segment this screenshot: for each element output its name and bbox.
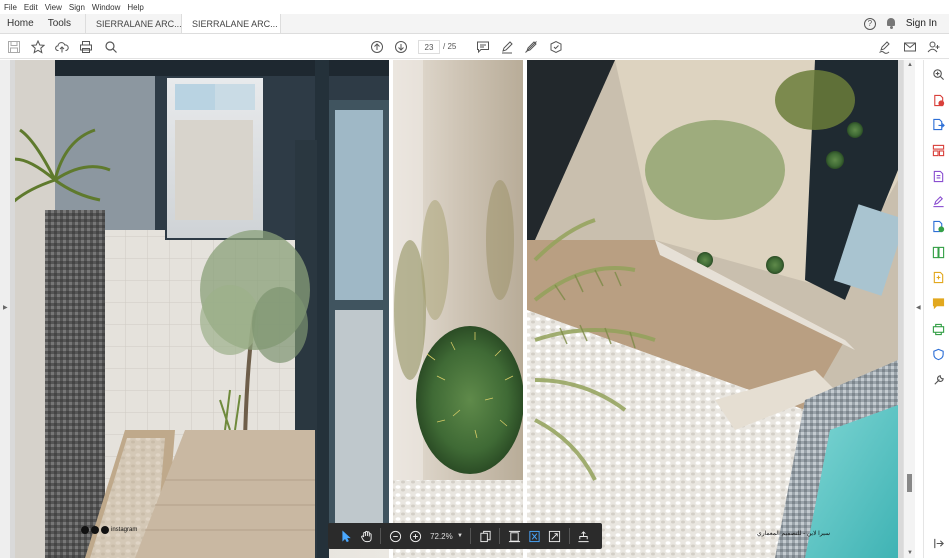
email-icon[interactable]	[902, 39, 918, 55]
combine-files-icon[interactable]	[931, 270, 945, 284]
collapse-right-arrow-icon[interactable]: ◀	[916, 304, 921, 311]
zoom-dropdown-icon[interactable]: ▼	[457, 533, 466, 539]
compare-files-icon[interactable]	[931, 245, 945, 259]
tabbar-right: ? Sign In	[863, 14, 949, 33]
left-panel-collapse[interactable]: ▶	[0, 60, 10, 558]
instagram-icon	[101, 526, 109, 534]
floating-page-toolbar: 72.2% ▼	[328, 523, 602, 549]
edit-pdf-icon[interactable]	[931, 169, 945, 183]
pdf-page: instagram سيرا لاين - للتصميم المعماري	[15, 60, 898, 558]
toolbar-separator	[380, 528, 382, 544]
draw-eraser-icon[interactable]	[523, 39, 539, 55]
toolbar-separator	[470, 528, 472, 544]
zoom-tool-icon[interactable]	[931, 67, 945, 81]
tab-bar: Home Tools SIERRALANE ARC... SIERRALANE …	[0, 14, 949, 34]
scroll-up-icon[interactable]: ▲	[907, 62, 913, 68]
menu-help[interactable]: Help	[127, 3, 143, 12]
zoom-level[interactable]: 72.2%	[426, 532, 457, 541]
document-viewer[interactable]: instagram سيرا لاين - للتصميم المعماري	[10, 60, 903, 558]
expand-left-arrow-icon[interactable]: ▶	[3, 304, 8, 311]
twitter-icon	[91, 526, 99, 534]
fit-width-icon[interactable]	[504, 525, 524, 547]
watermark-handle: instagram	[111, 527, 138, 533]
menu-edit[interactable]: Edit	[24, 3, 38, 12]
notification-bell-icon[interactable]	[886, 18, 896, 29]
bookmark-star-icon[interactable]	[30, 39, 46, 55]
social-watermark: instagram	[81, 526, 137, 534]
select-cursor-icon[interactable]	[336, 525, 356, 547]
more-tools-icon[interactable]	[931, 373, 945, 387]
share-user-icon[interactable]	[926, 39, 942, 55]
stamp-icon[interactable]	[548, 39, 564, 55]
menu-bar: File Edit View Sign Window Help	[0, 0, 949, 14]
page-total: / 25	[443, 42, 457, 51]
tools-pane	[923, 60, 949, 558]
photo-cactus-closeup	[393, 60, 524, 558]
photo-courtyard	[15, 60, 389, 558]
vertical-scrollbar[interactable]: ▲ ▼	[903, 60, 915, 558]
menu-view[interactable]: View	[45, 3, 62, 12]
save-icon[interactable]	[6, 39, 22, 55]
toolbar-separator	[499, 528, 501, 544]
right-panel-collapse[interactable]: ◀	[915, 60, 923, 558]
organize-pages-icon[interactable]	[931, 143, 945, 157]
read-aloud-icon[interactable]	[574, 525, 594, 547]
collapse-tools-pane-icon[interactable]	[931, 536, 945, 550]
document-tab-label: SIERRALANE ARC...	[192, 18, 278, 29]
page-number-input[interactable]: 23	[418, 40, 440, 54]
export-pdf-icon[interactable]	[931, 117, 945, 131]
full-screen-icon[interactable]	[545, 525, 565, 547]
scan-ocr-icon[interactable]	[931, 322, 945, 336]
hand-pan-icon[interactable]	[356, 525, 376, 547]
toolbar-separator	[568, 528, 570, 544]
create-pdf-icon[interactable]	[931, 93, 945, 107]
sign-pen-icon[interactable]	[877, 39, 893, 55]
page-photo-collage	[15, 60, 898, 558]
highlight-pen-icon[interactable]	[499, 39, 515, 55]
tab-home[interactable]: Home	[0, 14, 41, 33]
scrollbar-thumb[interactable]	[907, 474, 912, 492]
fill-sign-icon[interactable]	[931, 194, 945, 208]
photo-aerial-garden	[527, 60, 898, 558]
cloud-upload-icon[interactable]	[54, 39, 70, 55]
menu-window[interactable]: Window	[92, 3, 120, 12]
protect-shield-icon[interactable]	[931, 347, 945, 361]
document-tab-1[interactable]: SIERRALANE ARC...	[85, 14, 181, 33]
menu-sign[interactable]: Sign	[69, 3, 85, 12]
social-icon	[81, 526, 89, 534]
zoom-in-icon[interactable]	[406, 525, 426, 547]
tab-tools[interactable]: Tools	[41, 14, 85, 33]
arabic-watermark: سيرا لاين - للتصميم المعماري	[757, 531, 830, 537]
fit-page-icon[interactable]	[525, 525, 545, 547]
document-tab-2[interactable]: SIERRALANE ARC... ×	[181, 14, 282, 33]
sign-in-button[interactable]: Sign In	[906, 18, 937, 29]
document-tab-label: SIERRALANE ARC...	[96, 18, 182, 29]
menu-file[interactable]: File	[4, 3, 17, 12]
comment-icon[interactable]	[475, 39, 491, 55]
acrobat-window: File Edit View Sign Window Help Home Too…	[0, 0, 949, 558]
previous-page-icon[interactable]	[369, 39, 385, 55]
search-icon[interactable]	[103, 39, 119, 55]
help-icon[interactable]: ?	[863, 17, 876, 30]
comment-tool-icon[interactable]	[931, 296, 945, 310]
main-toolbar: 23 / 25	[0, 35, 949, 59]
scroll-down-icon[interactable]: ▼	[907, 550, 913, 556]
zoom-out-icon[interactable]	[385, 525, 405, 547]
next-page-icon[interactable]	[393, 39, 409, 55]
send-signature-icon[interactable]	[931, 219, 945, 233]
print-icon[interactable]	[78, 39, 94, 55]
page-display-icon[interactable]	[475, 525, 495, 547]
